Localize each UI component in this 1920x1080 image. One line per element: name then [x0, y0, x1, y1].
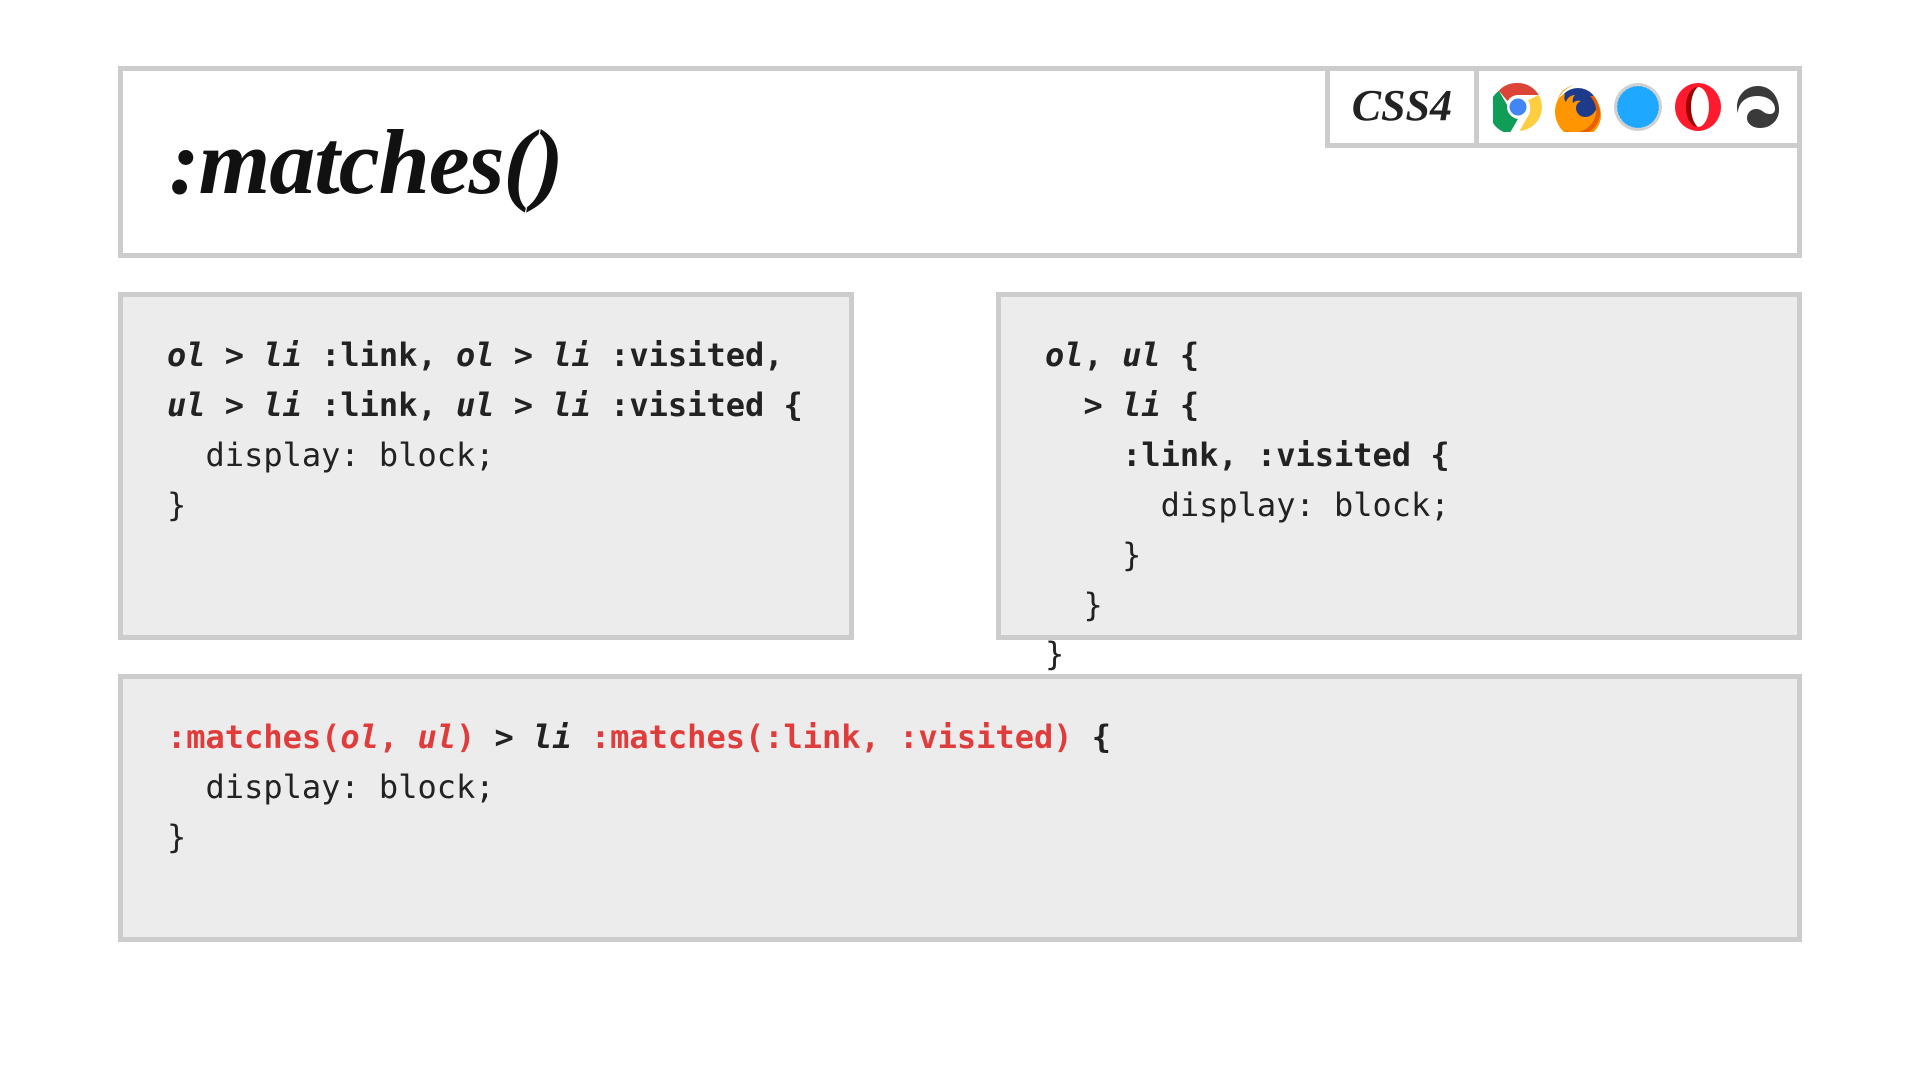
edge-icon	[1733, 82, 1783, 132]
css-version-badge: CSS4	[1325, 66, 1479, 148]
header-box: :matches() CSS4	[118, 66, 1802, 258]
code-box-scss-nested: ol, ul { > li { :link, :visited { displa…	[996, 292, 1802, 640]
code-box-css-expanded: ol > li :link, ol > li :visited,ul > li …	[118, 292, 854, 640]
code-row: ol > li :link, ol > li :visited,ul > li …	[118, 292, 1802, 640]
code-left: ol > li :link, ol > li :visited,ul > li …	[167, 331, 811, 531]
code-right: ol, ul { > li { :link, :visited { displa…	[1045, 331, 1759, 680]
page-title: :matches()	[169, 109, 563, 215]
chrome-icon	[1493, 82, 1543, 132]
code-box-matches: :matches(ol, ul) > li :matches(:link, :v…	[118, 674, 1802, 942]
badge-group: CSS4	[1325, 66, 1802, 148]
safari-icon	[1613, 82, 1663, 132]
firefox-icon	[1553, 82, 1603, 132]
code-bottom: :matches(ol, ul) > li :matches(:link, :v…	[167, 713, 1759, 863]
opera-icon	[1673, 82, 1723, 132]
browser-icons	[1479, 66, 1802, 148]
